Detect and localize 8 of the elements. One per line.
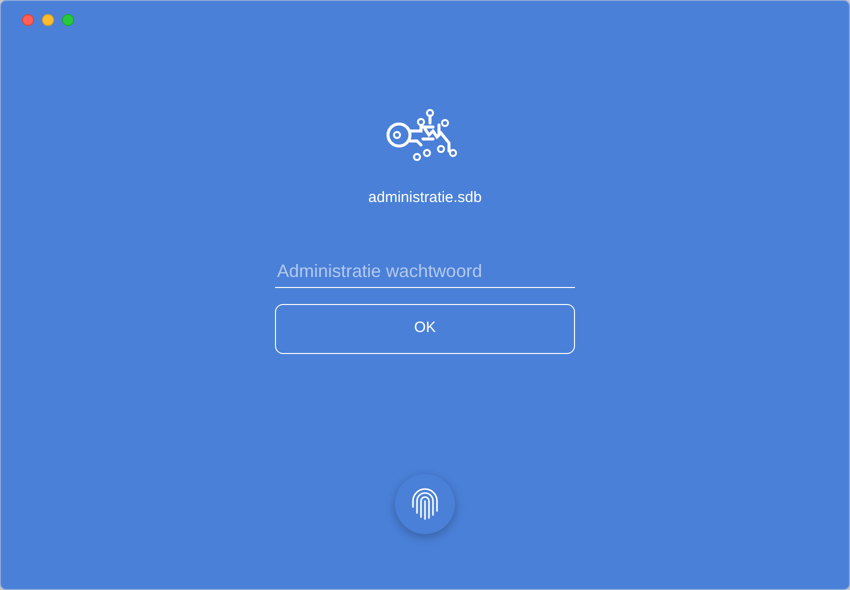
ok-button[interactable]: OK <box>275 304 575 354</box>
password-field[interactable]: Administratie wachtwoord <box>275 256 575 288</box>
fingerprint-icon <box>410 486 440 520</box>
minimize-button[interactable] <box>42 14 54 26</box>
fingerprint-button[interactable] <box>395 474 455 534</box>
file-name: administratie.sdb <box>368 188 482 208</box>
zoom-button[interactable] <box>62 14 74 26</box>
close-button[interactable] <box>22 14 34 26</box>
